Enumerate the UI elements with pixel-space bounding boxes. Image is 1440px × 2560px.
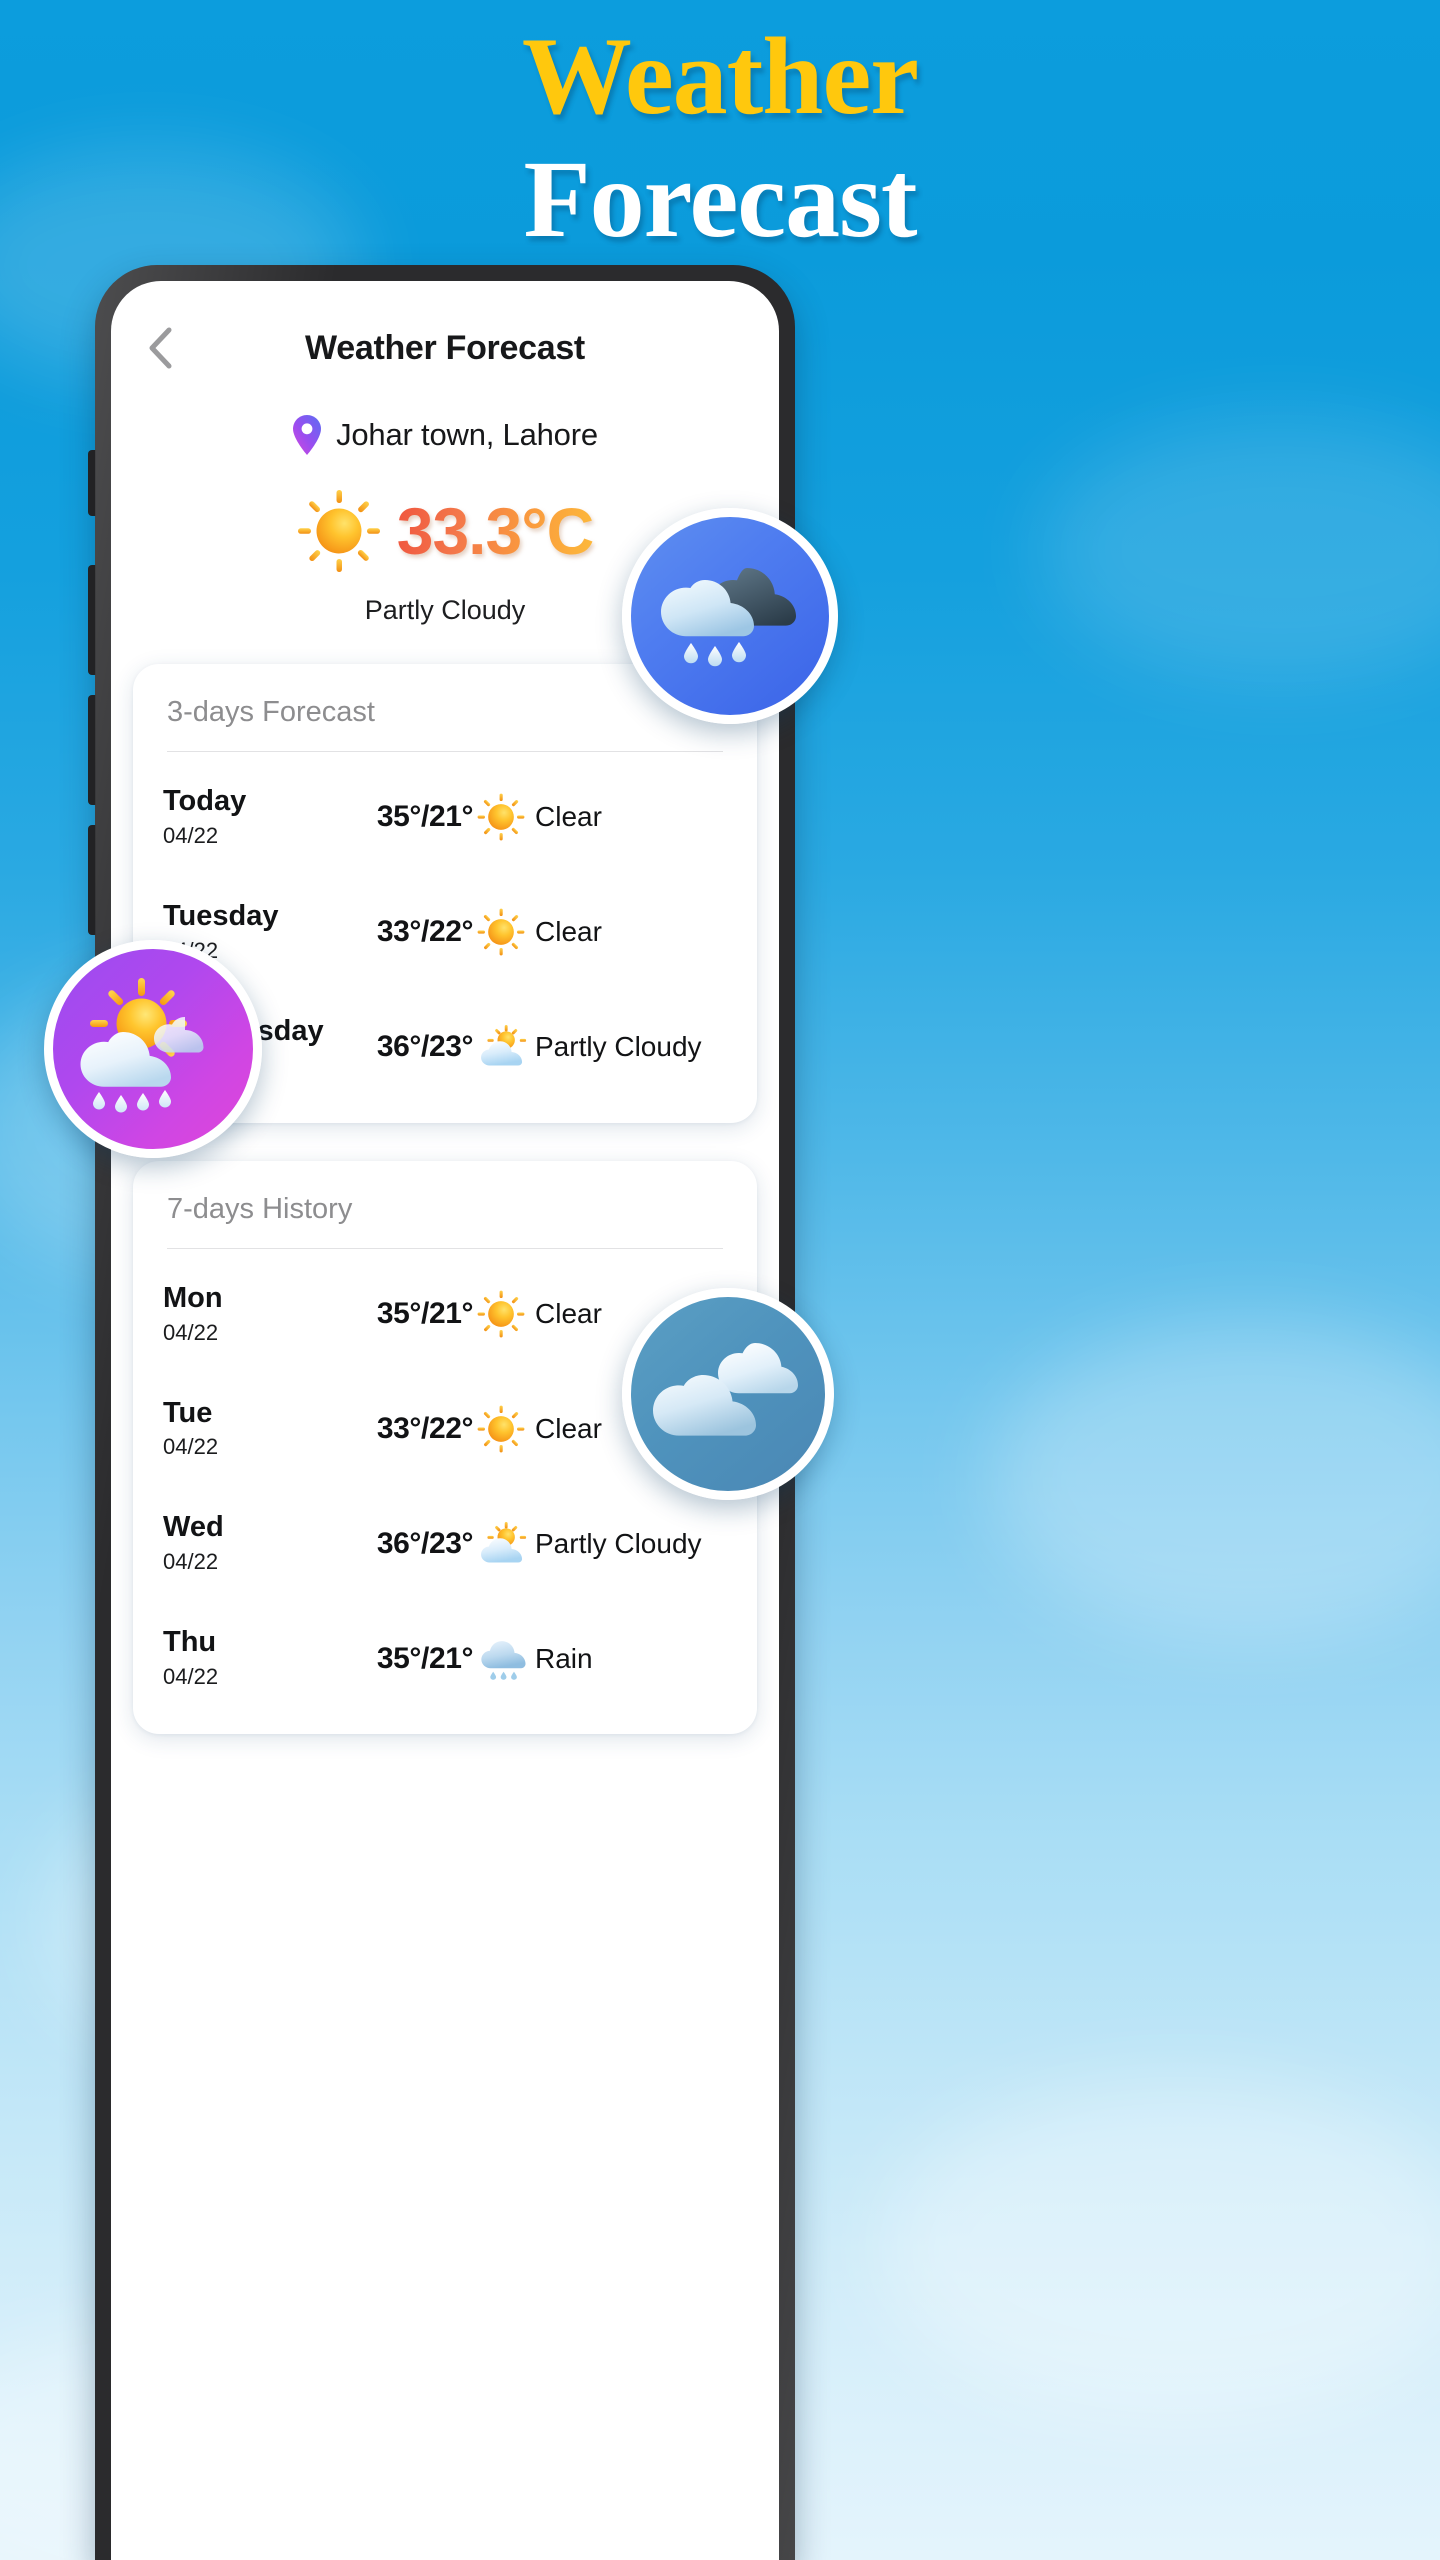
sun-icon: [477, 1405, 525, 1453]
cloud-wisp: [880, 2080, 1440, 2420]
history-temps: 33°/22°: [376, 1412, 474, 1445]
day-name: Wed: [163, 1511, 224, 1544]
sun-icon: [297, 489, 381, 573]
headline-line-1: Weather: [521, 15, 919, 137]
forecast-condition: Clear: [477, 908, 727, 956]
condition-label: Clear: [535, 1298, 602, 1330]
history-day: Wed 04/22: [163, 1512, 373, 1575]
location-pin-icon: [292, 415, 322, 455]
chevron-left-icon[interactable]: [137, 325, 183, 371]
rain-cloud-icon: [477, 1635, 526, 1683]
day-name: Thu: [163, 1626, 217, 1659]
rain-cloud-badge: [622, 508, 838, 724]
sun-cloud-rain-icon: [73, 974, 233, 1124]
condition-label: Clear: [535, 916, 602, 948]
phone-side-button: [88, 565, 96, 675]
day-name: Today: [163, 785, 247, 817]
history-temps: 35°/21°: [376, 1297, 474, 1331]
app-bar: Weather Forecast: [111, 281, 779, 371]
rain-cloud-icon: [655, 546, 805, 686]
history-day: Thu 04/22: [163, 1626, 373, 1690]
history-temps: 36°/23°: [376, 1526, 474, 1560]
history-day: Mon 04/22: [163, 1281, 373, 1346]
condition-label: Rain: [535, 1642, 593, 1674]
forecast-condition: Partly Cloudy: [477, 1023, 727, 1071]
current-temperature: 33.3°C: [396, 494, 595, 568]
forecast-temps: 36°/23°: [376, 1030, 474, 1064]
history-card-title: 7-days History: [167, 1192, 353, 1225]
day-date: 04/22: [163, 1664, 219, 1690]
condition-label: Clear: [535, 801, 602, 833]
sun-cloud-rain-badge: [44, 940, 262, 1158]
sun-icon: [477, 908, 525, 956]
history-condition: Rain: [477, 1635, 727, 1683]
forecast-condition: Clear: [477, 793, 727, 841]
sun-icon: [477, 1290, 525, 1338]
day-name: Mon: [163, 1281, 223, 1314]
condition-label: Partly Cloudy: [535, 1527, 702, 1559]
history-condition: Partly Cloudy: [477, 1520, 727, 1568]
day-date: 04/22: [163, 822, 219, 848]
day-date: 04/22: [163, 1549, 219, 1575]
cloud-wisp: [1040, 420, 1440, 680]
phone-side-button: [88, 450, 96, 516]
cloud-wisp: [990, 1320, 1440, 1640]
history-day: Tue 04/22: [163, 1396, 373, 1461]
table-row[interactable]: Today 04/22 35°/21° Clear: [133, 760, 757, 875]
sun-cloud-icon: [477, 1520, 527, 1568]
day-date: 04/22: [163, 1319, 219, 1345]
day-date: 04/22: [163, 1434, 219, 1460]
clouds-icon: [651, 1329, 806, 1459]
divider: [167, 1247, 723, 1249]
table-row[interactable]: Wed 04/22 36°/23° Partly Cloudy: [133, 1486, 757, 1601]
day-name: Tue: [163, 1396, 213, 1429]
divider: [167, 751, 723, 752]
forecast-day: Today 04/22: [163, 785, 373, 849]
forecast-temps: 35°/21°: [376, 800, 474, 834]
phone-side-button: [88, 695, 96, 805]
location-text: Johar town, Lahore: [336, 417, 598, 452]
headline: Weather Forecast: [0, 18, 1440, 257]
page-title: Weather Forecast: [305, 328, 585, 367]
condition-label: Clear: [535, 1413, 602, 1444]
headline-line-2: Forecast: [523, 137, 917, 260]
location-row[interactable]: Johar town, Lahore: [111, 415, 779, 455]
sun-cloud-icon: [477, 1023, 527, 1071]
table-row[interactable]: Thu 04/22 35°/21° Rain: [133, 1601, 757, 1716]
condition-label: Partly Cloudy: [535, 1031, 702, 1063]
phone-side-button: [88, 825, 96, 935]
history-temps: 35°/21°: [376, 1641, 474, 1675]
clouds-badge: [622, 1288, 834, 1500]
day-name: Tuesday: [163, 899, 279, 932]
sun-icon: [477, 793, 525, 841]
forecast-temps: 33°/22°: [376, 915, 474, 949]
